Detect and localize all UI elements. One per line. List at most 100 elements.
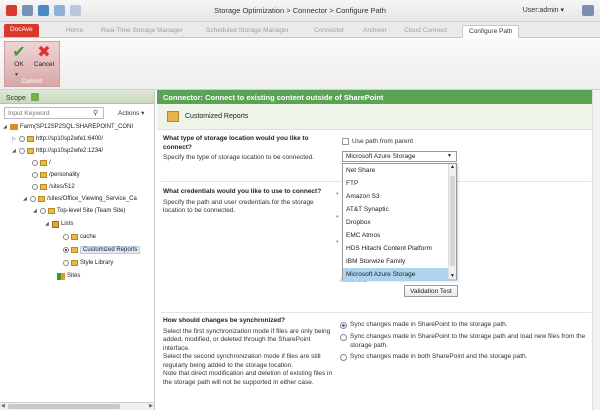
checkmark-icon: ✔ bbox=[12, 44, 26, 61]
chevron-down-icon[interactable]: ▼ bbox=[447, 153, 452, 159]
vertical-scrollbar[interactable] bbox=[592, 90, 600, 410]
scroll-down-icon[interactable]: ▼ bbox=[450, 273, 455, 279]
radio-selected-icon[interactable] bbox=[340, 322, 347, 329]
dropdown-scrollbar[interactable]: ▲ ▼ bbox=[448, 164, 456, 279]
storage-type-question: What type of storage location would you … bbox=[163, 135, 309, 151]
sync-description: Select the first synchronization mode if… bbox=[163, 327, 333, 386]
radio-icon[interactable] bbox=[63, 260, 69, 266]
site-icon bbox=[48, 208, 55, 214]
ok-label: OK bbox=[14, 61, 24, 68]
farm-icon bbox=[10, 124, 18, 130]
tree-node-top-level-site[interactable]: ◢ Top-level Site (Team Site) bbox=[33, 206, 125, 216]
dropdown-option[interactable]: FTP bbox=[343, 177, 456, 190]
tab-real-time-storage-manager[interactable]: Real-Time Storage Manager bbox=[95, 25, 189, 38]
collapse-arrow-icon[interactable]: ◢ bbox=[23, 196, 28, 202]
storage-type-select[interactable]: Microsoft Azure Storage ▼ bbox=[342, 151, 457, 162]
storage-type-section: What type of storage location would you … bbox=[163, 135, 333, 163]
dropdown-option[interactable]: Net Share bbox=[343, 164, 456, 177]
radio-icon[interactable] bbox=[19, 136, 25, 142]
sync-option-2[interactable]: Sync changes made in SharePoint to the s… bbox=[340, 333, 590, 350]
scrollbar-thumb[interactable] bbox=[8, 404, 120, 409]
validation-test-button[interactable]: Validation Test bbox=[404, 285, 458, 297]
ok-button[interactable]: ✔ OK bbox=[8, 44, 30, 69]
radio-icon[interactable] bbox=[340, 334, 347, 341]
tab-connector[interactable]: Connector bbox=[308, 25, 350, 38]
credentials-section: What credentials would you like to use t… bbox=[163, 188, 333, 216]
tab-scheduled-storage-manager[interactable]: Scheduled Storage Manager bbox=[200, 25, 295, 38]
commit-group-label: Commit bbox=[21, 79, 43, 85]
tree-node-root[interactable]: / bbox=[32, 158, 51, 168]
tab-home[interactable]: Home bbox=[60, 25, 89, 38]
scroll-right-icon[interactable]: ▶ bbox=[149, 403, 153, 409]
radio-icon[interactable] bbox=[340, 354, 347, 361]
radio-icon[interactable] bbox=[32, 184, 38, 190]
tree-node-sites[interactable]: Sites bbox=[57, 271, 80, 281]
refresh-icon[interactable] bbox=[30, 93, 39, 101]
required-marker: * bbox=[336, 192, 339, 199]
tree-node-cache[interactable]: cache bbox=[63, 232, 96, 242]
tree-node-lists[interactable]: ◢ Lists bbox=[45, 219, 73, 229]
cancel-button[interactable]: ✖ Cancel bbox=[33, 45, 55, 69]
radio-icon[interactable] bbox=[30, 196, 36, 202]
dropdown-option[interactable]: HDS Hitachi Content Platform bbox=[343, 242, 456, 255]
actions-menu[interactable]: Actions ▾ bbox=[118, 109, 144, 117]
sync-section: How should changes be synchronized? Sele… bbox=[163, 317, 333, 387]
tree-node-personality[interactable]: /personality bbox=[32, 170, 80, 180]
apps-icon[interactable] bbox=[582, 5, 594, 16]
use-path-from-parent[interactable]: Use path from parent bbox=[342, 138, 413, 145]
cancel-label: Cancel bbox=[33, 61, 55, 68]
tree-node-sites-512[interactable]: /sites/512 bbox=[32, 182, 75, 192]
ok-dropdown-arrow-icon[interactable]: ▼ bbox=[14, 72, 19, 78]
title-bar: Storage Optimization > Connector > Confi… bbox=[0, 0, 600, 22]
folder-icon bbox=[38, 196, 45, 202]
ribbon: ✔ OK ▼ ✖ Cancel Commit bbox=[0, 38, 600, 90]
scope-panel: Scope ⚲ Actions ▾ ◢ Farm(SP12SP2SQL:SHAR… bbox=[0, 90, 155, 410]
radio-icon[interactable] bbox=[63, 234, 69, 240]
dropdown-option[interactable]: IBM Storwize Family bbox=[343, 255, 456, 268]
sync-question: How should changes be synchronized? bbox=[163, 317, 286, 324]
scroll-up-icon[interactable]: ▲ bbox=[450, 164, 455, 170]
main-content: Connector: Connect to existing content o… bbox=[157, 90, 600, 410]
credentials-question: What credentials would you like to use t… bbox=[163, 188, 322, 195]
tab-docave[interactable]: DocAve bbox=[4, 24, 39, 37]
folder-icon bbox=[71, 260, 78, 266]
collapse-arrow-icon[interactable]: ◢ bbox=[12, 148, 17, 154]
scope-title: Scope bbox=[6, 95, 26, 102]
dropdown-option[interactable]: Amazon S3 bbox=[343, 190, 456, 203]
radio-icon[interactable] bbox=[40, 208, 46, 214]
commit-group: ✔ OK ▼ ✖ Cancel Commit bbox=[4, 41, 60, 87]
horizontal-scrollbar[interactable]: ◀ ▶ bbox=[0, 402, 154, 410]
scroll-left-icon[interactable]: ◀ bbox=[1, 403, 5, 409]
collapse-arrow-icon[interactable]: ◢ bbox=[45, 221, 50, 227]
tab-configure-path[interactable]: Configure Path bbox=[462, 25, 520, 38]
section-divider bbox=[161, 312, 591, 313]
use-path-checkbox[interactable] bbox=[342, 138, 349, 145]
dropdown-option-highlighted[interactable]: Microsoft Azure Storage bbox=[343, 268, 456, 281]
tree-node-customized-reports[interactable]: Customized Reports bbox=[63, 245, 141, 255]
tree-node-webapp-2[interactable]: ◢ http://sp10sp2wfe2:1234/ bbox=[12, 146, 103, 156]
expand-arrow-icon[interactable]: ▷ bbox=[12, 136, 17, 142]
sync-option-3[interactable]: Sync changes made in both SharePoint and… bbox=[340, 353, 590, 362]
dropdown-option[interactable]: EMC Atmos bbox=[343, 229, 456, 242]
sync-option-1[interactable]: Sync changes made in SharePoint to the s… bbox=[340, 321, 590, 330]
radio-selected-icon[interactable] bbox=[63, 247, 69, 253]
radio-icon[interactable] bbox=[19, 148, 25, 154]
tree-node-style-library[interactable]: Style Library bbox=[63, 258, 113, 268]
radio-icon[interactable] bbox=[32, 160, 38, 166]
user-menu[interactable]: User:admin ▾ bbox=[523, 6, 564, 14]
dropdown-scrollbar-thumb[interactable] bbox=[450, 176, 455, 266]
dropdown-option[interactable]: Dropbox bbox=[343, 216, 456, 229]
radio-icon[interactable] bbox=[32, 172, 38, 178]
tab-bar: DocAve Home Real-Time Storage Manager Sc… bbox=[0, 22, 600, 38]
tree-node-webapp-1[interactable]: ▷ http://sp10sp2wfe1:6400/ bbox=[12, 134, 103, 144]
tab-archiver[interactable]: Archiver bbox=[357, 25, 393, 38]
storage-type-dropdown-list: Net Share FTP Amazon S3 AT&T Synaptic Dr… bbox=[342, 163, 457, 281]
tree-node-farm[interactable]: ◢ Farm(SP12SP2SQL:SHAREPOINT_CONI bbox=[3, 122, 133, 132]
tree-node-office-viewing[interactable]: ◢ /sites/Office_Viewing_Service_Ca bbox=[23, 194, 137, 204]
tab-cloud-connect[interactable]: Cloud Connect bbox=[398, 25, 453, 38]
collapse-arrow-icon[interactable]: ◢ bbox=[3, 124, 8, 130]
dropdown-option[interactable]: AT&T Synaptic bbox=[343, 203, 456, 216]
keyword-search-input[interactable] bbox=[4, 107, 104, 119]
search-icon[interactable]: ⚲ bbox=[93, 109, 98, 117]
collapse-arrow-icon[interactable]: ◢ bbox=[33, 208, 38, 214]
